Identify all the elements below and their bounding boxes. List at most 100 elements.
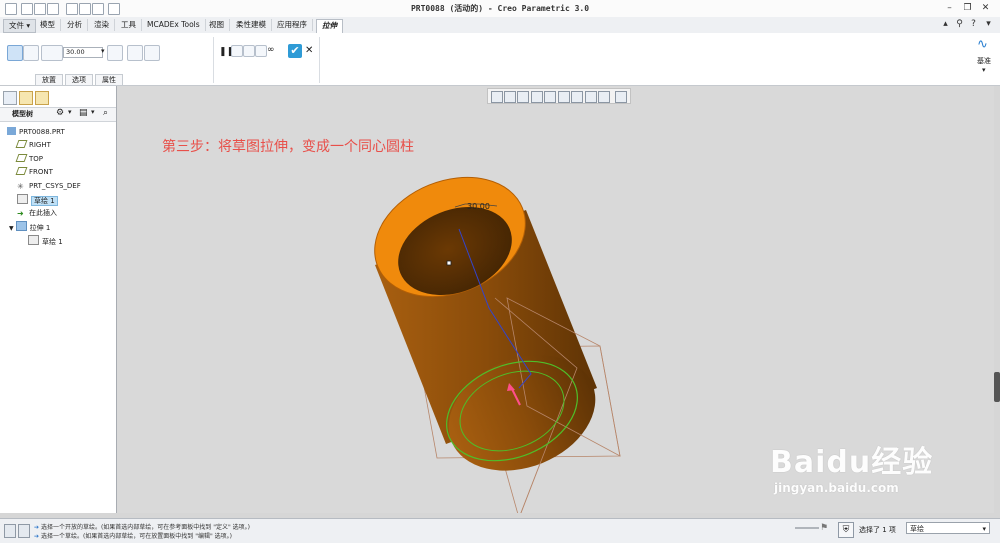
tree-item-front[interactable]: FRONT [15,167,53,178]
message-arrow-icon: ➔ [34,533,40,540]
regen-slider[interactable] [795,527,819,529]
tree-item-label: PRT0088.PRT [19,128,65,136]
depth-input[interactable]: 30.00 [63,47,103,58]
model-tree-title: 模型树 [12,110,33,118]
tree-item-label: 草绘 1 [42,238,63,246]
tree-item-label: 草绘 1 [31,196,58,206]
tree-item-sub-sketch[interactable]: 草绘 1 [28,235,63,246]
subtab-properties[interactable]: 属性 [95,74,123,86]
status-message-text: 选择一个草绘。(如果首选内部草绘，可在放置面板中找到 "编辑" 选项。) [40,533,232,540]
minimize-icon[interactable]: – [944,3,955,13]
tree-item-top[interactable]: TOP [15,154,43,165]
filter-value: 草绘 [910,525,924,533]
tree-item-right[interactable]: RIGHT [15,140,51,151]
solid-extrude-icon[interactable] [7,45,23,61]
no-preview-icon[interactable] [231,45,243,57]
tab-flexible-modeling[interactable]: 柔性建模 [231,19,272,31]
tree-settings-icon[interactable]: ⚙ [56,108,64,118]
part-icon [7,127,16,135]
subtab-placement[interactable]: 放置 [35,74,63,86]
search-icon[interactable]: ⚲ [954,19,965,29]
datum-curve-icon[interactable]: ∿ [977,37,988,52]
toggle-browser-icon[interactable] [18,524,30,538]
tree-show-icon[interactable]: ▤ [79,108,88,118]
selected-count: 选择了 1 项 [859,526,896,534]
close-icon[interactable]: ✕ [980,3,991,13]
tree-item-label: PRT_CSYS_DEF [29,182,81,190]
title-bar: PRT0088 (活动的) - Creo Parametric 3.0 – ❐ … [0,0,1000,18]
watermark-url: jingyan.baidu.com [774,481,899,495]
plane-icon [15,140,28,148]
plane-icon [15,154,28,162]
tab-model[interactable]: 模型 [35,19,61,31]
tree-item-label: FRONT [29,168,53,176]
surface-extrude-icon[interactable] [23,45,39,61]
confirm-check-button[interactable]: ✔ [288,44,302,58]
extrude-icon [15,221,27,231]
model-tree-panel: 模型树 ⚙ ▾ ▤ ▾ ⌕ PRT0088.PRT RIGHT TOP FRON… [0,86,117,513]
insert-arrow-icon: ➜ [17,209,24,218]
ribbon-separator-2 [319,37,320,83]
pin-icon[interactable]: ▴ [940,19,951,29]
flag-icon[interactable]: ⚑ [820,523,828,533]
datum-dropdown-icon[interactable]: ▾ [982,66,986,74]
tree-item-label: 在此插入 [29,209,57,217]
depth-dropdown-icon[interactable]: ▾ [101,47,105,55]
model-tree-tab-icon[interactable] [3,91,17,105]
side-panel-handle[interactable] [994,372,1000,402]
toggle-navigator-icon[interactable] [4,524,16,538]
tree-filter-icon[interactable]: ⌕ [103,108,108,118]
tree-item-part[interactable]: PRT0088.PRT [7,127,65,138]
tab-file[interactable]: 文件 ▾ [3,19,37,33]
status-message-2: ➔ 选择一个草绘。(如果首选内部草绘，可在放置面板中找到 "编辑" 选项。) [34,531,232,540]
subtab-options[interactable]: 选项 [65,74,93,86]
tab-analysis[interactable]: 分析 [62,19,88,31]
thicken-sketch-icon[interactable] [144,45,160,61]
filter-dropdown-icon[interactable]: ▾ [982,523,986,535]
datum-label[interactable]: 基准 [977,56,991,66]
tab-mcadex-tools[interactable]: MCADEx Tools [142,19,206,31]
geometry-preview-icon[interactable] [255,45,267,57]
tree-item-label: RIGHT [29,141,51,149]
sketch-icon [28,235,39,245]
tree-show-dropdown-icon[interactable]: ▾ [91,108,95,116]
selection-filter-select[interactable]: 草绘 ▾ [906,522,990,534]
watermark-brand: Baidu经验 [770,445,934,480]
tree-item-csys[interactable]: ✳ PRT_CSYS_DEF [17,181,81,192]
plane-icon [15,167,28,175]
tree-item-insert-here[interactable]: ➜ 在此插入 [17,208,57,219]
favorites-tab-icon[interactable] [35,91,49,105]
status-message-text: 选择一个开放的草绘。(如果首选内部草绘，可在参考面板中找到 "定义" 选项。) [40,524,250,531]
tab-extrude[interactable]: 拉伸 [316,19,343,34]
tab-render[interactable]: 渲染 [89,19,115,31]
tree-item-extrude[interactable]: ▼ 拉伸 1 [9,221,50,232]
window-title: PRT0088 (活动的) - Creo Parametric 3.0 [410,4,590,13]
help-dropdown-icon[interactable]: ▾ [983,19,994,29]
maximize-icon[interactable]: ❐ [962,3,973,13]
selection-icon[interactable]: ⛨ [838,522,854,538]
cancel-x-button[interactable]: ✕ [305,45,313,56]
depth-type-icon[interactable] [41,45,63,61]
verify-icon[interactable]: ∞ [267,45,275,55]
flip-direction-icon[interactable] [107,45,123,61]
folder-browser-tab-icon[interactable] [19,91,33,105]
model-tree-header: 模型树 ⚙ ▾ ▤ ▾ ⌕ [0,107,116,122]
remove-material-icon[interactable] [127,45,143,61]
ribbon-separator [213,37,214,83]
tree-item-sketch[interactable]: 草绘 1 [17,194,58,206]
dimension-value[interactable]: 30.00 [467,202,490,211]
tab-view[interactable]: 视图 [204,19,230,31]
help-icon[interactable]: ? [968,19,979,29]
tab-tools[interactable]: 工具 [116,19,142,31]
message-arrow-icon: ➔ [34,524,40,531]
drag-handle[interactable] [446,260,452,266]
csys-icon: ✳ [17,182,24,191]
extrude-ribbon: 30.00 ▾ ❚❚ ∞ ✔ ✕ 放置 选项 属性 ∿ 基准 ▾ [0,33,1000,86]
watermark: Baidu经验 jingyan.baidu.com [770,437,933,495]
tree-item-label: 拉伸 1 [29,224,51,232]
expand-arrow-icon[interactable]: ▼ [9,225,14,232]
tab-applications[interactable]: 应用程序 [272,19,313,31]
partial-preview-icon[interactable] [243,45,255,57]
tree-settings-dropdown-icon[interactable]: ▾ [68,108,72,116]
menu-tabs: 文件 ▾ 模型 分析 渲染 工具 MCADEx Tools 视图 柔性建模 应用… [0,17,1000,34]
